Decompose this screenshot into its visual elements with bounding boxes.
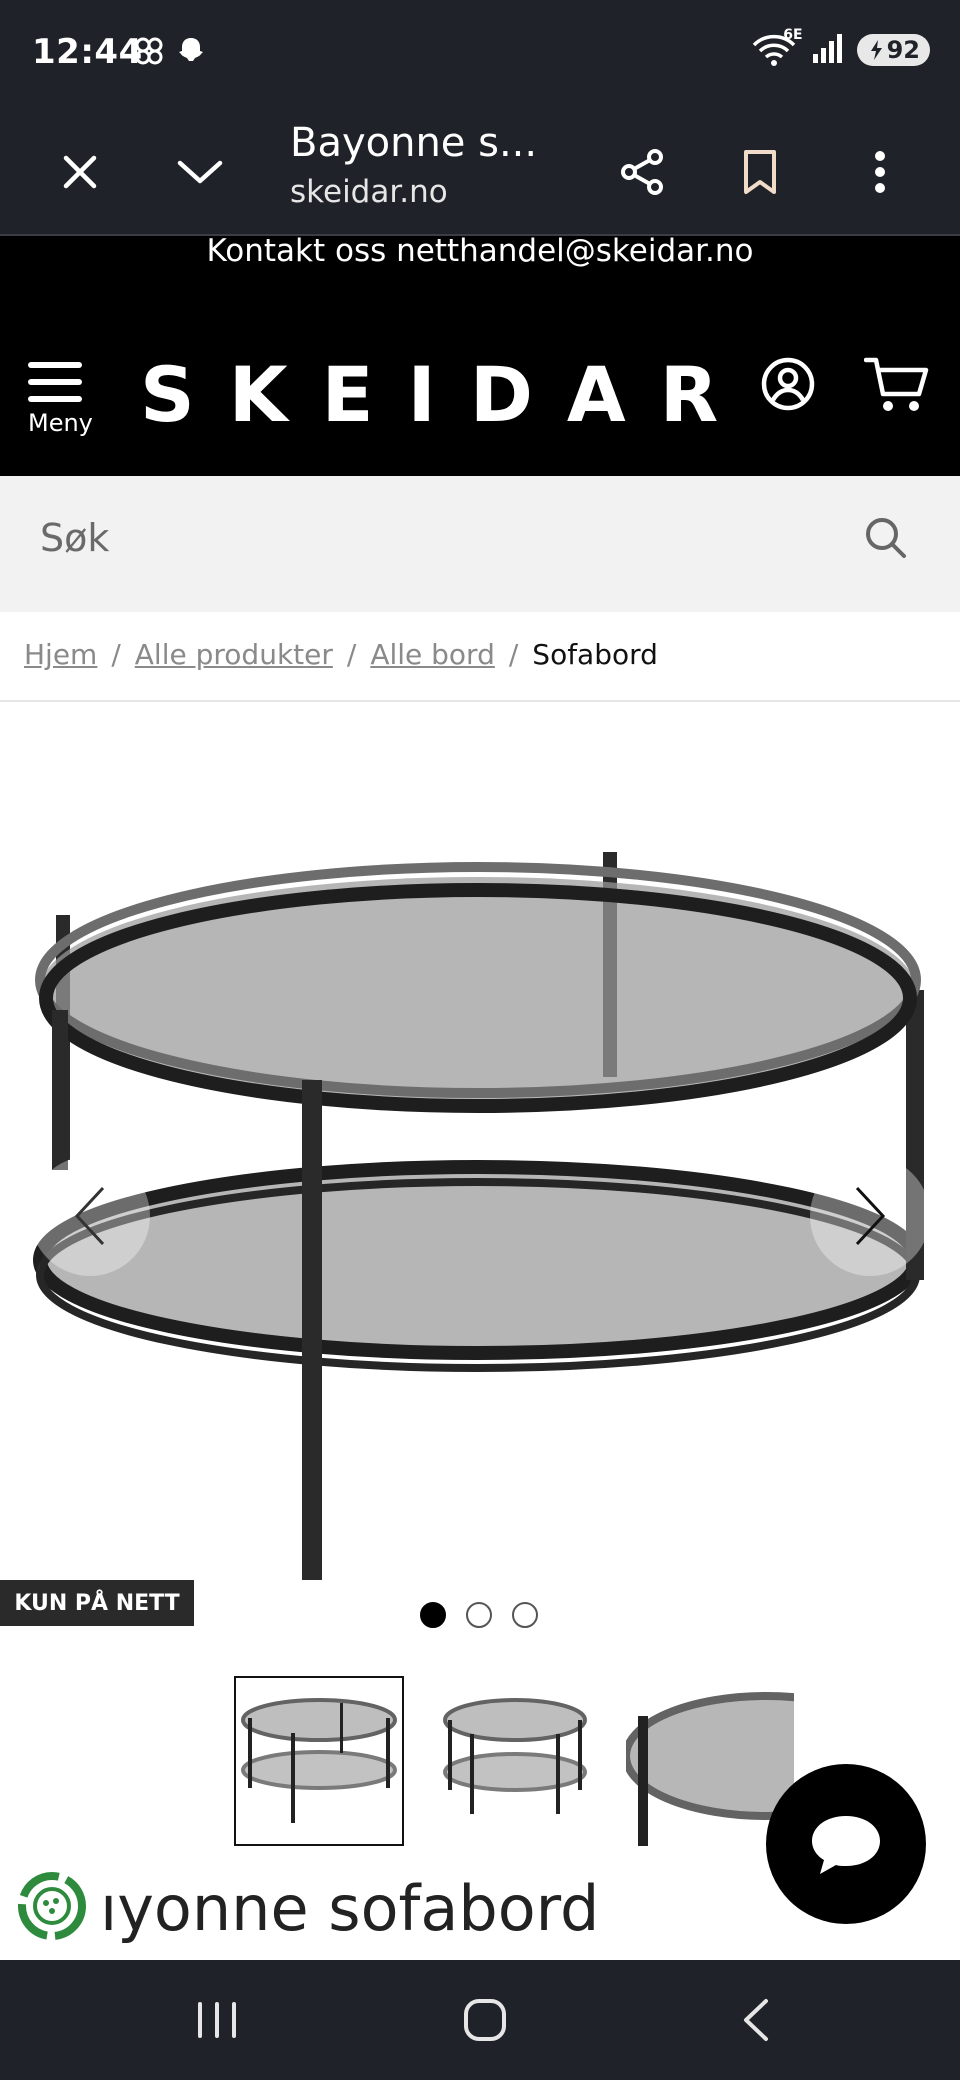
- divider: [0, 700, 960, 702]
- search-input[interactable]: [40, 516, 820, 560]
- status-time: 12:44: [32, 32, 143, 72]
- previous-image-button[interactable]: [30, 1156, 150, 1276]
- minimize-tab-button[interactable]: [170, 142, 230, 202]
- site-header: Meny SKEIDAR: [0, 288, 960, 476]
- contact-banner[interactable]: Kontakt oss netthandel@skeidar.no: [0, 236, 960, 288]
- more-options-button[interactable]: [850, 142, 910, 202]
- breadcrumb-link-home[interactable]: Hjem: [24, 638, 97, 671]
- menu-label: Meny: [28, 409, 93, 437]
- chat-bubble-icon: [812, 1816, 880, 1874]
- notification-icons: [132, 34, 208, 72]
- network-type-label: 6E: [783, 27, 803, 43]
- wifi-icon: 6E: [751, 27, 803, 67]
- home-icon: [464, 1999, 506, 2041]
- recent-apps-button[interactable]: [182, 1990, 252, 2050]
- search-icon: [866, 518, 906, 558]
- bookmark-icon: [744, 150, 776, 194]
- image-pagination: [420, 1602, 538, 1628]
- cart-button[interactable]: [863, 356, 934, 416]
- user-icon: [761, 357, 815, 411]
- recent-apps-icon: [198, 2002, 236, 2038]
- pinwheel-icon: [132, 34, 166, 72]
- chevron-right-icon: [855, 1186, 886, 1246]
- hamburger-icon: [28, 362, 98, 402]
- pagination-dot-2[interactable]: [466, 1602, 492, 1628]
- signal-icon: [811, 32, 843, 68]
- account-button[interactable]: [760, 356, 820, 416]
- product-title: ıyonne sofabord: [100, 1872, 600, 1945]
- cart-icon: [863, 357, 929, 411]
- back-icon: [744, 1999, 768, 2041]
- chat-button[interactable]: [766, 1764, 926, 1924]
- home-button[interactable]: [450, 1990, 520, 2050]
- close-icon: [63, 155, 97, 189]
- thumbnail-1[interactable]: [234, 1676, 404, 1846]
- eco-badge-icon[interactable]: [16, 1870, 88, 1942]
- breadcrumb-current: Sofabord: [532, 638, 658, 671]
- next-image-button[interactable]: [810, 1156, 930, 1276]
- bookmark-button[interactable]: [730, 142, 790, 202]
- close-tab-button[interactable]: [50, 142, 110, 202]
- breadcrumb-link-all-tables[interactable]: Alle bord: [370, 638, 495, 671]
- search-button[interactable]: [862, 514, 910, 566]
- thumbnail-2[interactable]: [430, 1676, 600, 1846]
- more-vert-icon: [875, 151, 885, 193]
- breadcrumb-separator: /: [508, 638, 519, 671]
- snapchat-icon: [174, 34, 208, 72]
- pagination-dot-1[interactable]: [420, 1602, 446, 1628]
- chevron-down-icon: [177, 160, 223, 184]
- breadcrumb-link-all-products[interactable]: Alle produkter: [135, 638, 333, 671]
- share-button[interactable]: [612, 142, 672, 202]
- battery-level: 92: [886, 36, 920, 64]
- pagination-dot-3[interactable]: [512, 1602, 538, 1628]
- site-logo[interactable]: SKEIDAR: [140, 350, 752, 439]
- system-icons: 6E 92: [751, 27, 930, 68]
- page-domain: skeidar.no: [290, 174, 448, 210]
- page-info[interactable]: Bayonne s... skeidar.no: [290, 112, 537, 210]
- breadcrumb-separator: /: [346, 638, 357, 671]
- battery-icon: 92: [856, 34, 930, 66]
- online-only-badge: KUN PÅ NETT: [0, 1580, 194, 1626]
- search-bar: [0, 476, 960, 612]
- chevron-left-icon: [74, 1186, 105, 1246]
- page-title: Bayonne s...: [290, 120, 538, 166]
- menu-button[interactable]: Meny: [28, 362, 98, 437]
- back-button[interactable]: [720, 1990, 790, 2050]
- browser-toolbar: Bayonne s... skeidar.no: [0, 108, 960, 236]
- breadcrumb: Hjem / Alle produkter / Alle bord / Sofa…: [24, 638, 658, 671]
- breadcrumb-separator: /: [111, 638, 121, 671]
- status-bar: 12:44 6E 92: [0, 0, 960, 108]
- share-icon: [621, 149, 663, 195]
- system-nav-bar: [0, 1960, 960, 2080]
